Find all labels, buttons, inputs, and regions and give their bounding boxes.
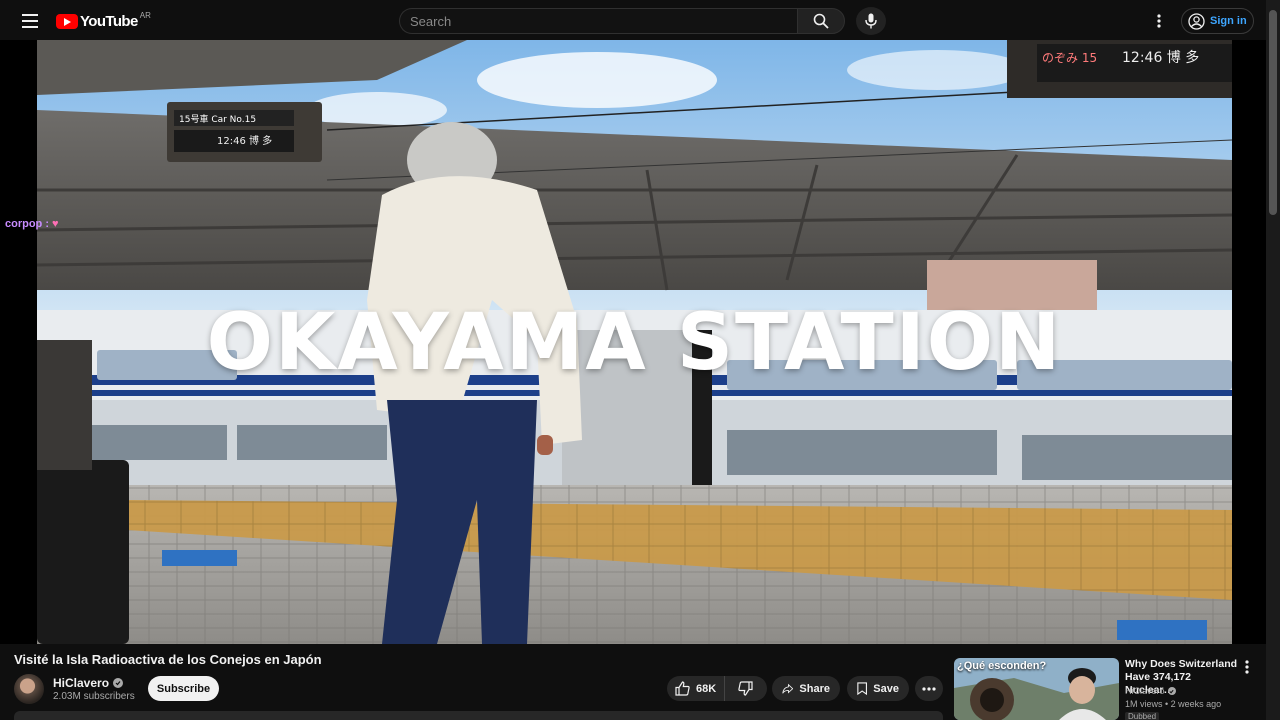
video-player[interactable]: 15号車 Car No.15 12:46 博 多 のぞみ 15 12:46 博 … [0, 40, 1266, 644]
heart-icon: ♥ [52, 218, 59, 230]
channel-name: HiClavero [53, 676, 110, 690]
subscriber-count: 2.03M subscribers [53, 691, 135, 702]
channel-avatar[interactable] [14, 674, 44, 704]
svg-text:12:46 博 多: 12:46 博 多 [1122, 49, 1199, 66]
youtube-logo[interactable]: YouTube AR [56, 11, 151, 31]
video-frame[interactable]: 15号車 Car No.15 12:46 博 多 のぞみ 15 12:46 博 … [37, 40, 1232, 644]
recommended-meta: 1M views • 2 weeks ago [1125, 699, 1222, 709]
description-box[interactable] [14, 711, 943, 720]
svg-text:12:46 博 多: 12:46 博 多 [217, 134, 272, 147]
share-label: Share [799, 682, 830, 695]
like-count: 68K [696, 682, 717, 695]
voice-search-button[interactable] [856, 7, 886, 35]
channel-name-link[interactable]: HiClavero [53, 676, 124, 690]
recommended-video-item[interactable]: ¿Qué esconden? Why Does Switzerland Have… [954, 656, 1259, 720]
svg-text:のぞみ 15: のぞみ 15 [1042, 51, 1097, 65]
station-scene-image: 15号車 Car No.15 12:46 博 多 のぞみ 15 12:46 博 … [37, 40, 1232, 644]
verified-icon [113, 678, 124, 688]
recommended-badge: Dubbed [1125, 712, 1160, 720]
sign-in-button[interactable]: Sign in [1181, 8, 1254, 34]
chat-user: corpop : [5, 218, 49, 230]
share-button[interactable]: Share [772, 676, 840, 701]
masthead: YouTube AR Sign in [0, 0, 1280, 40]
account-icon [1188, 12, 1205, 30]
more-vert-icon [1157, 14, 1161, 28]
subscribe-button[interactable]: Subscribe [148, 676, 219, 701]
more-vert-icon [1245, 660, 1249, 674]
like-button[interactable]: 68K [667, 676, 725, 701]
like-icon [675, 681, 690, 696]
menu-icon [22, 14, 38, 28]
settings-more-button[interactable] [1150, 10, 1168, 32]
youtube-logo-icon [56, 13, 78, 29]
svg-text:15号車 Car No.15: 15号車 Car No.15 [179, 113, 256, 125]
recommended-thumbnail[interactable]: ¿Qué esconden? [954, 658, 1119, 720]
verified-icon [1167, 687, 1176, 695]
save-label: Save [873, 682, 899, 695]
live-chat-message: corpop : ♥ [5, 218, 59, 230]
search-button[interactable] [797, 8, 845, 34]
share-icon [782, 683, 794, 694]
search-input[interactable] [399, 8, 797, 34]
search-icon [813, 13, 829, 29]
more-horiz-icon [922, 686, 936, 691]
recommended-thumbnail-text: ¿Qué esconden? [957, 660, 1047, 672]
video-title: Visité la Isla Radioactiva de los Conejo… [14, 652, 322, 667]
search-box [399, 8, 845, 34]
dislike-button[interactable] [725, 676, 765, 701]
mic-icon [865, 13, 877, 29]
recommended-channel-name: HiClavero [1125, 686, 1165, 696]
logo-region: AR [139, 10, 151, 20]
page-scrollbar-thumb[interactable] [1269, 10, 1277, 215]
recommended-channel[interactable]: HiClavero [1125, 686, 1176, 696]
more-actions-button[interactable] [915, 676, 943, 701]
save-icon [857, 682, 867, 696]
menu-button[interactable] [14, 8, 46, 34]
like-dislike-segment: 68K [667, 676, 767, 701]
sign-in-label: Sign in [1210, 15, 1247, 27]
recommended-more-button[interactable] [1240, 658, 1254, 676]
save-button[interactable]: Save [847, 676, 909, 701]
logo-text: YouTube [80, 12, 138, 30]
dislike-icon [737, 681, 753, 696]
